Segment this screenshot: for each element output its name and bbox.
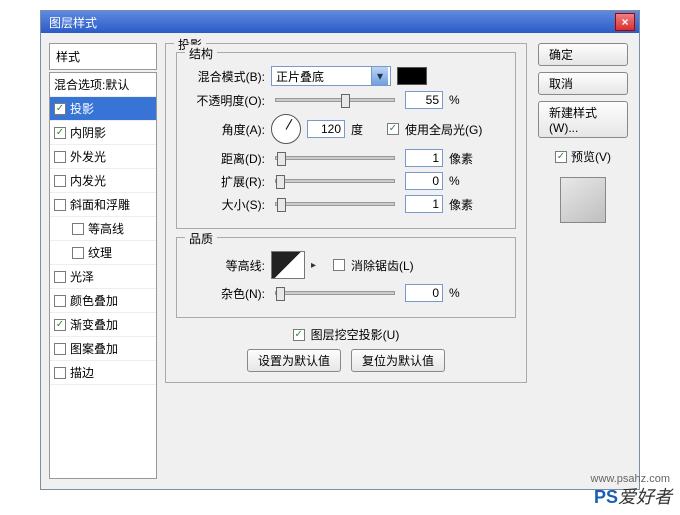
- style-checkbox[interactable]: [72, 223, 84, 235]
- blend-mode-select[interactable]: 正片叠底: [271, 66, 391, 86]
- style-item-12[interactable]: 描边: [50, 361, 156, 385]
- blend-mode-value: 正片叠底: [276, 68, 324, 85]
- style-checkbox[interactable]: [54, 271, 66, 283]
- style-checkbox[interactable]: [54, 367, 66, 379]
- set-default-button[interactable]: 设置为默认值: [247, 349, 341, 372]
- style-item-label: 渐变叠加: [70, 316, 118, 333]
- spread-input[interactable]: [405, 172, 443, 190]
- noise-slider[interactable]: [275, 291, 395, 295]
- style-item-10[interactable]: 渐变叠加: [50, 313, 156, 337]
- spread-slider[interactable]: [275, 179, 395, 183]
- style-item-1[interactable]: 投影: [50, 97, 156, 121]
- style-item-9[interactable]: 颜色叠加: [50, 289, 156, 313]
- spread-unit: %: [449, 174, 479, 188]
- opacity-unit: %: [449, 93, 479, 107]
- style-item-5[interactable]: 斜面和浮雕: [50, 193, 156, 217]
- watermark-ps: PS: [594, 487, 618, 507]
- style-item-label: 斜面和浮雕: [70, 196, 130, 213]
- angle-dial[interactable]: [271, 114, 301, 144]
- style-item-0[interactable]: 混合选项:默认: [50, 73, 156, 97]
- style-item-label: 纹理: [88, 244, 112, 261]
- preview-checkbox[interactable]: [555, 151, 567, 163]
- preview-label: 预览(V): [571, 148, 611, 165]
- contour-picker[interactable]: [271, 251, 305, 279]
- style-checkbox[interactable]: [54, 127, 66, 139]
- noise-unit: %: [449, 286, 479, 300]
- styles-list: 混合选项:默认投影内阴影外发光内发光斜面和浮雕等高线纹理光泽颜色叠加渐变叠加图案…: [49, 72, 157, 479]
- antialias-checkbox[interactable]: [333, 259, 345, 271]
- styles-header: 样式: [49, 43, 157, 70]
- style-item-label: 混合选项:默认: [54, 76, 129, 93]
- style-item-label: 内发光: [70, 172, 106, 189]
- distance-slider[interactable]: [275, 156, 395, 160]
- distance-input[interactable]: [405, 149, 443, 167]
- style-item-label: 外发光: [70, 148, 106, 165]
- structure-legend: 结构: [185, 45, 217, 62]
- angle-label: 角度(A):: [187, 121, 265, 138]
- knockout-checkbox[interactable]: [293, 329, 305, 341]
- opacity-label: 不透明度(O):: [187, 92, 265, 109]
- style-checkbox[interactable]: [54, 175, 66, 187]
- knockout-label: 图层挖空投影(U): [311, 326, 400, 343]
- ok-button[interactable]: 确定: [538, 43, 628, 66]
- style-item-label: 颜色叠加: [70, 292, 118, 309]
- style-item-3[interactable]: 外发光: [50, 145, 156, 169]
- size-unit: 像素: [449, 196, 479, 213]
- watermark-text: 爱好者: [618, 487, 672, 507]
- antialias-label: 消除锯齿(L): [351, 257, 414, 274]
- global-light-checkbox[interactable]: [387, 123, 399, 135]
- quality-group: 品质 等高线: 消除锯齿(L) 杂色(N): %: [176, 237, 516, 318]
- angle-input[interactable]: [307, 120, 345, 138]
- reset-default-button[interactable]: 复位为默认值: [351, 349, 445, 372]
- quality-legend: 品质: [185, 230, 217, 247]
- style-item-label: 内阴影: [70, 124, 106, 141]
- style-item-8[interactable]: 光泽: [50, 265, 156, 289]
- close-button[interactable]: ×: [615, 13, 635, 31]
- size-slider[interactable]: [275, 202, 395, 206]
- blend-mode-label: 混合模式(B):: [187, 68, 265, 85]
- opacity-slider[interactable]: [275, 98, 395, 102]
- distance-unit: 像素: [449, 150, 479, 167]
- style-checkbox[interactable]: [54, 343, 66, 355]
- style-item-4[interactable]: 内发光: [50, 169, 156, 193]
- style-checkbox[interactable]: [54, 319, 66, 331]
- distance-label: 距离(D):: [187, 150, 265, 167]
- style-item-6[interactable]: 等高线: [50, 217, 156, 241]
- style-item-label: 光泽: [70, 268, 94, 285]
- window-title: 图层样式: [45, 14, 615, 31]
- style-item-7[interactable]: 纹理: [50, 241, 156, 265]
- cancel-button[interactable]: 取消: [538, 72, 628, 95]
- layer-style-dialog: 图层样式 × 样式 混合选项:默认投影内阴影外发光内发光斜面和浮雕等高线纹理光泽…: [40, 10, 640, 490]
- style-item-11[interactable]: 图案叠加: [50, 337, 156, 361]
- opacity-input[interactable]: [405, 91, 443, 109]
- watermark-brand: PS爱好者: [594, 483, 672, 509]
- size-input[interactable]: [405, 195, 443, 213]
- style-item-label: 描边: [70, 364, 94, 381]
- global-light-label: 使用全局光(G): [405, 121, 482, 138]
- drop-shadow-panel: 投影 结构 混合模式(B): 正片叠底 不透明度(O): %: [165, 43, 527, 383]
- structure-group: 结构 混合模式(B): 正片叠底 不透明度(O): % 角度(A):: [176, 52, 516, 229]
- style-checkbox[interactable]: [54, 151, 66, 163]
- noise-input[interactable]: [405, 284, 443, 302]
- style-checkbox[interactable]: [54, 295, 66, 307]
- style-item-2[interactable]: 内阴影: [50, 121, 156, 145]
- noise-label: 杂色(N):: [187, 285, 265, 302]
- new-style-button[interactable]: 新建样式(W)...: [538, 101, 628, 138]
- contour-label: 等高线:: [187, 257, 265, 274]
- style-checkbox[interactable]: [54, 199, 66, 211]
- spread-label: 扩展(R):: [187, 173, 265, 190]
- angle-unit: 度: [351, 121, 381, 138]
- style-checkbox[interactable]: [72, 247, 84, 259]
- shadow-color-swatch[interactable]: [397, 67, 427, 85]
- size-label: 大小(S):: [187, 196, 265, 213]
- style-item-label: 图案叠加: [70, 340, 118, 357]
- style-item-label: 投影: [70, 100, 94, 117]
- preview-swatch: [560, 177, 606, 223]
- style-checkbox[interactable]: [54, 103, 66, 115]
- titlebar[interactable]: 图层样式 ×: [41, 11, 639, 33]
- style-item-label: 等高线: [88, 220, 124, 237]
